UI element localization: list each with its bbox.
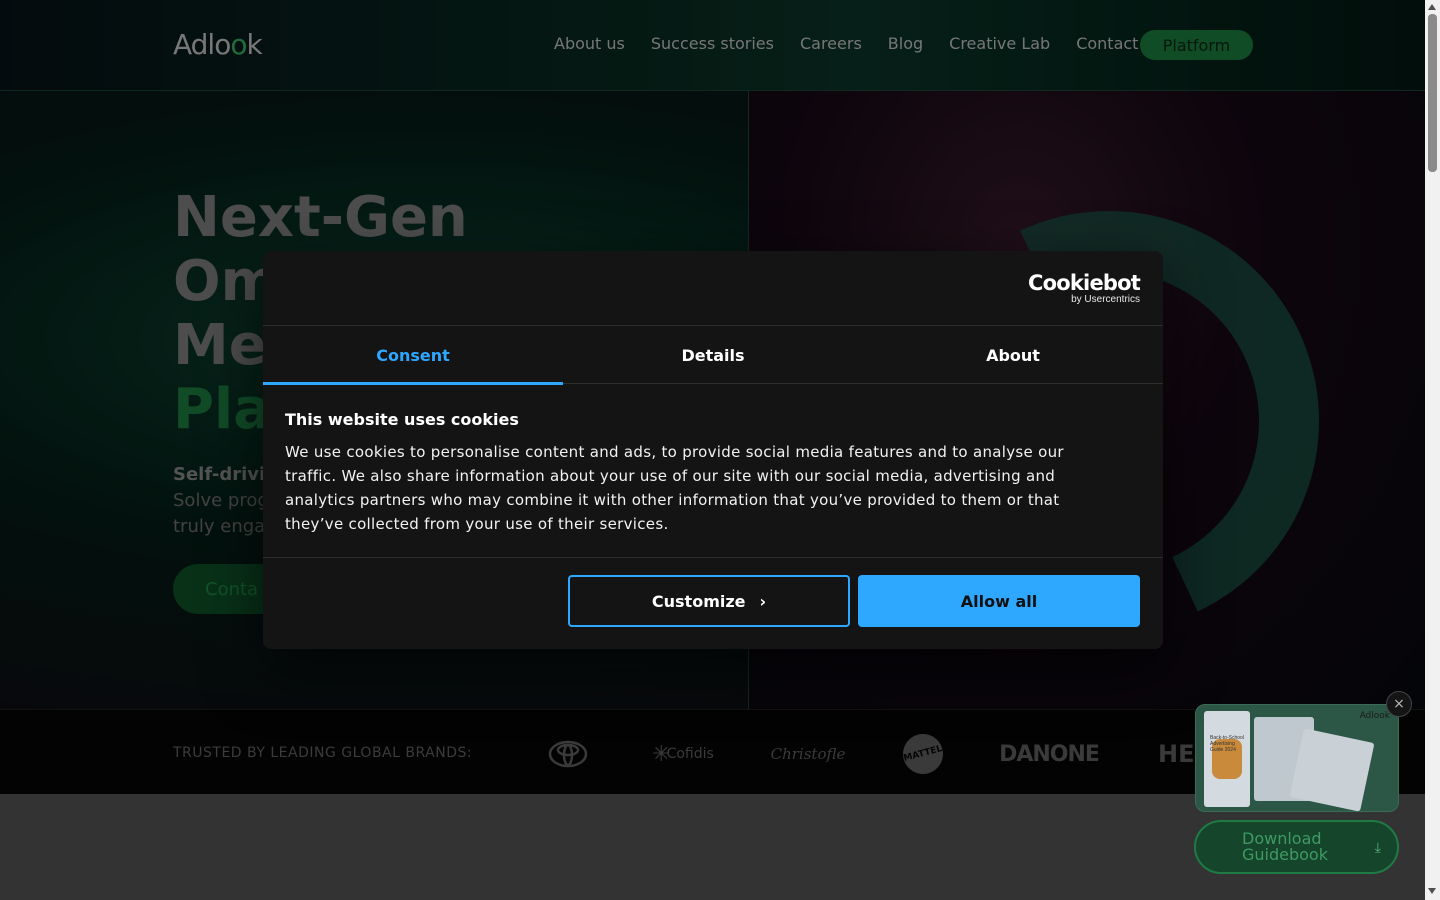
dialog-text: We use cookies to personalise content an… [285,443,1064,533]
guidebook-brand: Adlook [1359,711,1390,721]
customize-button[interactable]: Customize › [568,575,850,627]
tab-about[interactable]: About [863,326,1163,384]
dialog-footer: Customize › Allow all [263,557,1163,649]
allow-all-button[interactable]: Allow all [858,575,1140,627]
scrollbar-thumb[interactable] [1428,14,1437,172]
guidebook-preview[interactable]: Adlook Back-to-School Advertising Guide … [1195,704,1399,812]
guidebook-page [1289,728,1375,811]
dialog-body: This website uses cookies We use cookies… [285,409,1125,536]
scroll-down-arrow-icon[interactable] [1428,888,1436,894]
close-icon[interactable]: × [1386,691,1412,717]
chevron-right-icon: › [759,591,767,611]
guidebook-cover-text: Back-to-School Advertising Guide 2024 [1210,735,1244,753]
download-guidebook-button[interactable]: Download Guidebook ⤓ [1194,820,1399,874]
scroll-up-arrow-icon[interactable] [1428,4,1436,10]
dialog-header: Cookiebot by Usercentrics [263,251,1163,326]
dialog-title: This website uses cookies [285,410,519,429]
dialog-tabs: Consent Details About [263,326,1163,385]
scrollbar[interactable] [1425,0,1440,900]
tab-details[interactable]: Details [563,326,863,384]
tab-consent[interactable]: Consent [263,326,563,385]
download-icon: ⤓ [1374,840,1381,856]
cookiebot-logo: Cookiebot by Usercentrics [1028,271,1141,305]
cookie-consent-dialog: Cookiebot by Usercentrics Consent Detail… [263,251,1163,649]
